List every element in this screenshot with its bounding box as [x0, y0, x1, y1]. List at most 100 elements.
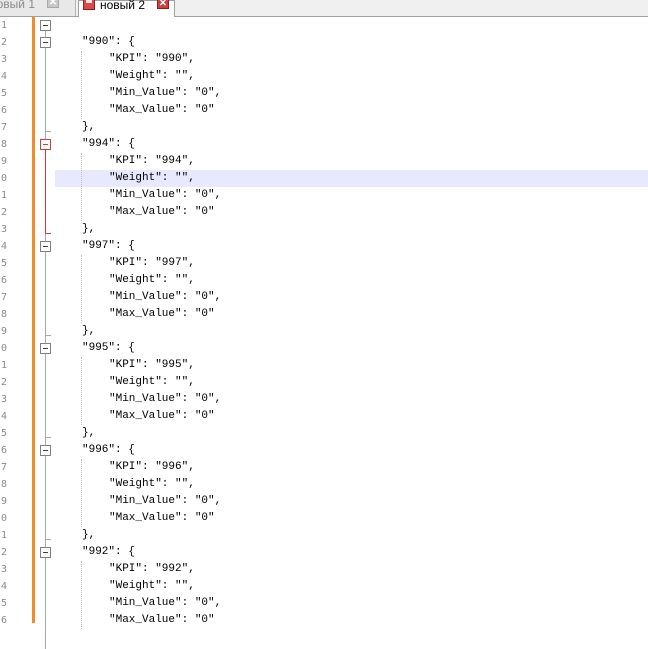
fold-toggle-icon[interactable]: [40, 343, 51, 354]
code-line[interactable]: "KPI": "996",: [55, 459, 648, 476]
line-number: 9: [0, 496, 7, 507]
tab-bar: новый 1 ✕ новый 2 ✕: [0, 0, 648, 17]
code-line[interactable]: "Max_Value": "0": [55, 204, 648, 221]
line-number: 6: [0, 445, 7, 456]
fold-toggle-icon[interactable]: [40, 139, 51, 150]
line-number: 5: [0, 258, 7, 269]
line-number: 4: [0, 241, 7, 252]
code-line[interactable]: "KPI": "995",: [55, 357, 648, 374]
line-number: 4: [0, 581, 7, 592]
fold-end-tick: [45, 233, 51, 234]
code-line[interactable]: "997": {: [55, 238, 648, 255]
code-line[interactable]: "Min_Value": "0",: [55, 391, 648, 408]
code-line[interactable]: "Weight": "",: [55, 578, 648, 595]
fold-end-tick: [45, 335, 51, 336]
unsaved-disk-icon: [83, 0, 95, 10]
code-line-text: "KPI": "995",: [109, 359, 195, 371]
line-number: 2: [0, 547, 7, 558]
code-line[interactable]: },: [55, 527, 648, 544]
code-line[interactable]: "992": {: [55, 544, 648, 561]
close-icon[interactable]: ✕: [47, 0, 59, 8]
indent-guide: [81, 255, 82, 323]
fold-line: [45, 149, 46, 234]
code-line-text: "KPI": "990",: [109, 53, 195, 65]
code-line[interactable]: "Min_Value": "0",: [55, 85, 648, 102]
code-line-text: "Weight": "",: [109, 274, 195, 286]
line-number: 2: [0, 377, 7, 388]
line-number: 0: [0, 513, 7, 524]
line-number: 5: [0, 428, 7, 439]
fold-toggle-icon[interactable]: [40, 445, 51, 456]
code-line-text: "KPI": "996",: [109, 461, 195, 473]
code-line[interactable]: "Min_Value": "0",: [55, 595, 648, 612]
line-number: 8: [0, 479, 7, 490]
code-line[interactable]: "Weight": "",: [55, 272, 648, 289]
code-line[interactable]: "996": {: [55, 442, 648, 459]
code-line[interactable]: "Min_Value": "0",: [55, 289, 648, 306]
line-number: 1: [0, 530, 7, 541]
line-number: 3: [0, 224, 7, 235]
tab-new-2[interactable]: новый 2 ✕: [78, 0, 175, 17]
code-line[interactable]: "KPI": "997",: [55, 255, 648, 272]
code-line[interactable]: "Max_Value": "0": [55, 510, 648, 527]
code-line-text: "Max_Value": "0": [109, 614, 215, 626]
code-line[interactable]: "995": {: [55, 340, 648, 357]
code-line-text: "Max_Value": "0": [109, 410, 215, 422]
code-line[interactable]: "KPI": "994",: [55, 153, 648, 170]
code-line-text: "Max_Value": "0": [109, 512, 215, 524]
tab-new-1[interactable]: новый 1 ✕: [0, 0, 76, 16]
tab-label: новый 2: [100, 0, 146, 12]
code-line[interactable]: "Weight": "",: [55, 68, 648, 85]
line-number: 6: [0, 615, 7, 623]
code-line-text: "Weight": "",: [109, 70, 195, 82]
fold-end-tick: [45, 131, 51, 132]
code-line[interactable]: },: [55, 425, 648, 442]
code-line[interactable]: "Max_Value": "0": [55, 408, 648, 425]
fold-toggle-icon[interactable]: [40, 37, 51, 48]
line-number: 1: [0, 20, 7, 31]
code-line[interactable]: "Weight": "",: [55, 374, 648, 391]
code-line-text: "Weight": "",: [109, 478, 195, 490]
code-line[interactable]: "994": {: [55, 136, 648, 153]
code-line[interactable]: "Min_Value": "0",: [55, 187, 648, 204]
code-line[interactable]: "Weight": "",: [55, 476, 648, 493]
line-number: 9: [0, 156, 7, 167]
fold-toggle-icon[interactable]: [40, 20, 51, 31]
line-number: 3: [0, 54, 7, 65]
line-number: 3: [0, 564, 7, 575]
code-line[interactable]: "990": {: [55, 34, 648, 51]
line-number: 8: [0, 309, 7, 320]
current-line[interactable]: "Weight": "",: [55, 170, 648, 187]
code-line[interactable]: "Min_Value": "0",: [55, 493, 648, 510]
code-line[interactable]: },: [55, 119, 648, 136]
code-line[interactable]: "KPI": "992",: [55, 561, 648, 578]
code-line[interactable]: },: [55, 323, 648, 340]
code-line-text: },: [82, 529, 96, 541]
tab-label: новый 1: [0, 0, 36, 11]
code-line-text: "Weight": "",: [109, 172, 195, 184]
fold-toggle-icon[interactable]: [40, 547, 51, 558]
line-number: 7: [0, 462, 7, 473]
fold-end-tick: [45, 539, 51, 540]
code-line-text: "Max_Value": "0": [109, 104, 215, 116]
code-line[interactable]: },: [55, 221, 648, 238]
code-text[interactable]: "990": {"KPI": "990", "Weight": "", "Min_V…: [55, 17, 648, 629]
code-line-text: "Max_Value": "0": [109, 308, 215, 320]
line-number: 6: [0, 105, 7, 116]
fold-margin[interactable]: [35, 17, 55, 649]
indent-guide: [81, 459, 82, 527]
code-line[interactable]: "Max_Value": "0": [55, 612, 648, 629]
line-number: 1: [0, 190, 7, 201]
code-line-text: },: [82, 325, 96, 337]
code-line[interactable]: "KPI": "990",: [55, 51, 648, 68]
code-line[interactable]: [55, 17, 648, 34]
code-line-text: "996": {: [82, 444, 135, 456]
editor-area[interactable]: 1234567890123456789012345678901234567 "9…: [0, 17, 648, 649]
fold-end-tick: [45, 437, 51, 438]
code-line-text: "990": {: [82, 36, 135, 48]
close-icon[interactable]: ✕: [157, 0, 169, 9]
fold-toggle-icon[interactable]: [40, 241, 51, 252]
code-line[interactable]: "Max_Value": "0": [55, 306, 648, 323]
code-line[interactable]: "Max_Value": "0": [55, 102, 648, 119]
code-line-text: "Min_Value": "0",: [109, 495, 222, 507]
